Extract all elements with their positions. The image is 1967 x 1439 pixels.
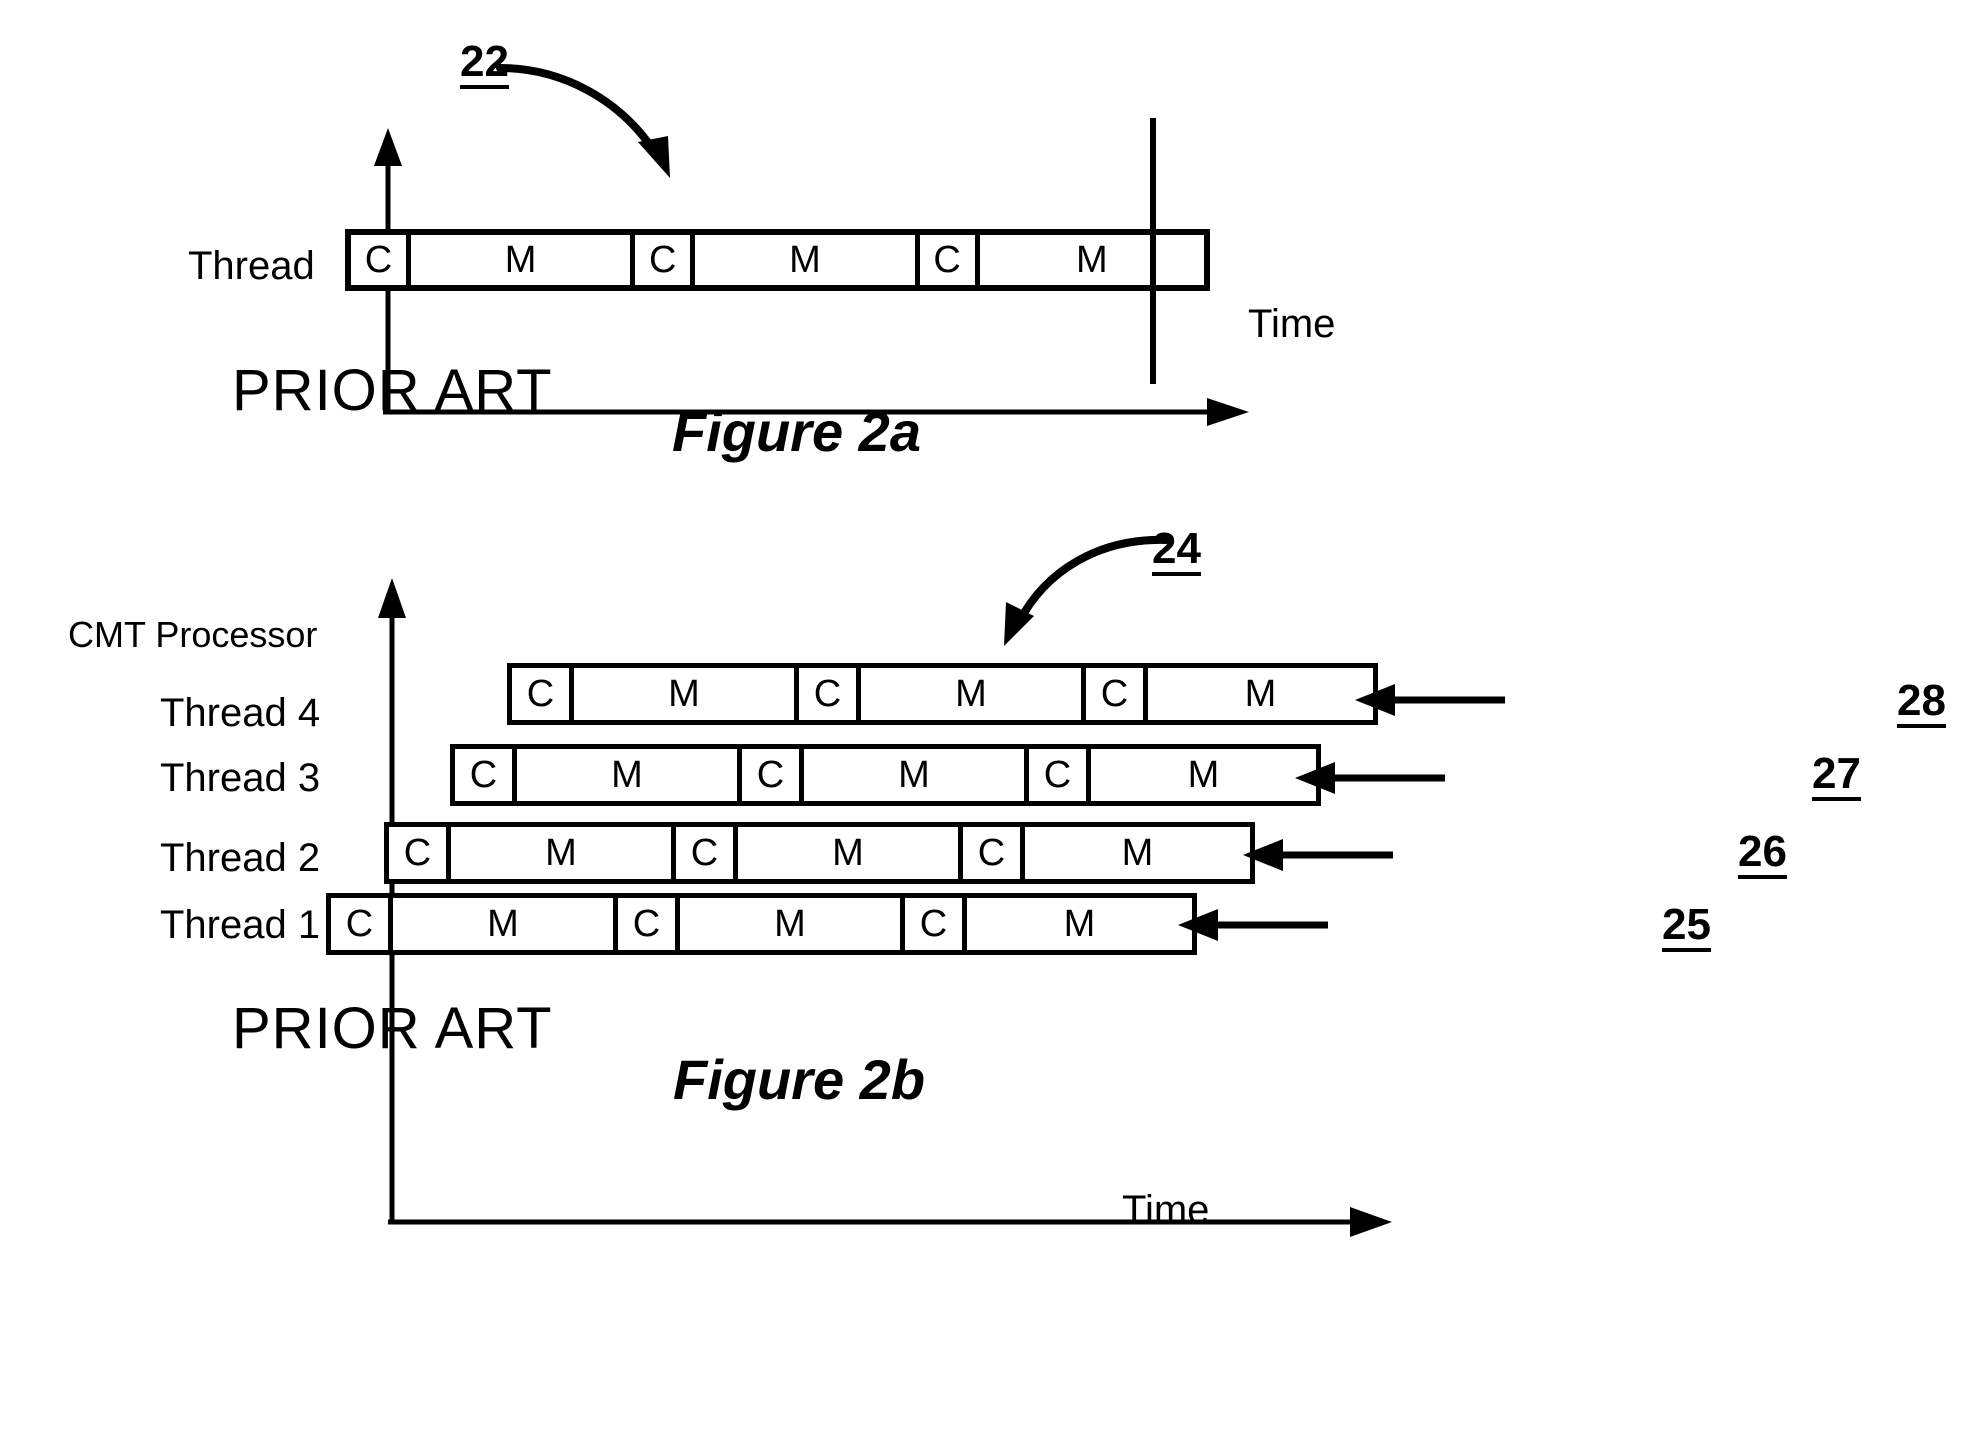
figure-2b-thread-4-ref: 28 xyxy=(1897,679,1946,728)
figure-2b-x-axis-label: Time xyxy=(1122,1188,1210,1232)
figure-2b-prior-art-label: PRIOR ART xyxy=(232,996,553,1061)
figure-2b-thread-4-segment-6: M xyxy=(1148,668,1373,720)
figure-2b-thread-1-label: Thread 1 xyxy=(160,903,321,947)
figure-2b-thread-3-ref-arrow xyxy=(1295,762,1445,794)
figure-2b-thread-3-segment-5: C xyxy=(1029,749,1091,801)
figure-2b-thread-1-segment-5: C xyxy=(905,898,967,950)
figure-2b-thread-4-segment-1: C xyxy=(512,668,574,720)
figure-2b-thread-3-segment-3: C xyxy=(742,749,804,801)
figure-2b-thread-2-segment-1: C xyxy=(389,827,451,879)
figure-2b-thread-1-segment-6: M xyxy=(967,898,1192,950)
figure-2b-thread-1-bar: CMCMCM xyxy=(326,893,1197,955)
figure-2b-thread-4-ref-arrow xyxy=(1355,684,1505,716)
figure-2b-thread-2-segment-2: M xyxy=(451,827,676,879)
figure-2b-thread-2-segment-5: C xyxy=(963,827,1025,879)
figure-2b-thread-3-segment-1: C xyxy=(455,749,517,801)
figure-2b-thread-1-ref-arrow xyxy=(1178,909,1328,941)
figure-2b-thread-2-ref: 26 xyxy=(1738,830,1787,879)
figure-2b: 24 CMT Processor Time Thread 4 CMCMCM 28 xyxy=(0,0,1967,1439)
figure-2b-thread-4-segment-5: C xyxy=(1086,668,1148,720)
figure-2b-thread-1-segment-2: M xyxy=(393,898,618,950)
figure-2b-thread-1-ref: 25 xyxy=(1662,903,1711,952)
figure-2b-thread-2-label: Thread 2 xyxy=(160,836,321,880)
figure-2b-thread-3-segment-6: M xyxy=(1091,749,1316,801)
figure-2b-thread-4-segment-2: M xyxy=(574,668,799,720)
figure-2b-thread-3-label: Thread 3 xyxy=(160,756,321,800)
figure-2b-thread-1-segment-3: C xyxy=(618,898,680,950)
figure-2b-thread-3-segment-2: M xyxy=(517,749,742,801)
callout-24-arrow xyxy=(1004,535,1170,646)
figure-2b-thread-4-bar: CMCMCM xyxy=(507,663,1378,725)
figure-2b-thread-2-segment-6: M xyxy=(1025,827,1250,879)
figure-2b-thread-4-segment-4: M xyxy=(861,668,1086,720)
figure-2b-y-axis-label: CMT Processor xyxy=(68,614,318,655)
figure-2b-thread-2-ref-arrow xyxy=(1243,839,1393,871)
figure-2b-thread-1-segment-4: M xyxy=(680,898,905,950)
figure-2b-thread-4-label: Thread 4 xyxy=(160,691,321,735)
figure-2b-caption: Figure 2b xyxy=(673,1048,926,1111)
figure-2b-thread-1-segment-1: C xyxy=(331,898,393,950)
figure-2b-thread-2-segment-3: C xyxy=(676,827,738,879)
patent-drawing-sheet: 22 Thread Time CMCMCM PRIOR ART Figure 2… xyxy=(0,0,1967,1439)
figure-2b-thread-4-segment-3: C xyxy=(799,668,861,720)
figure-2b-thread-2-bar: CMCMCM xyxy=(384,822,1255,884)
figure-2b-thread-2-segment-4: M xyxy=(738,827,963,879)
figure-2b-thread-3-segment-4: M xyxy=(804,749,1029,801)
figure-2b-thread-3-ref: 27 xyxy=(1812,752,1861,801)
figure-2b-thread-3-bar: CMCMCM xyxy=(450,744,1321,806)
figure-2b-x-axis xyxy=(388,1207,1392,1237)
